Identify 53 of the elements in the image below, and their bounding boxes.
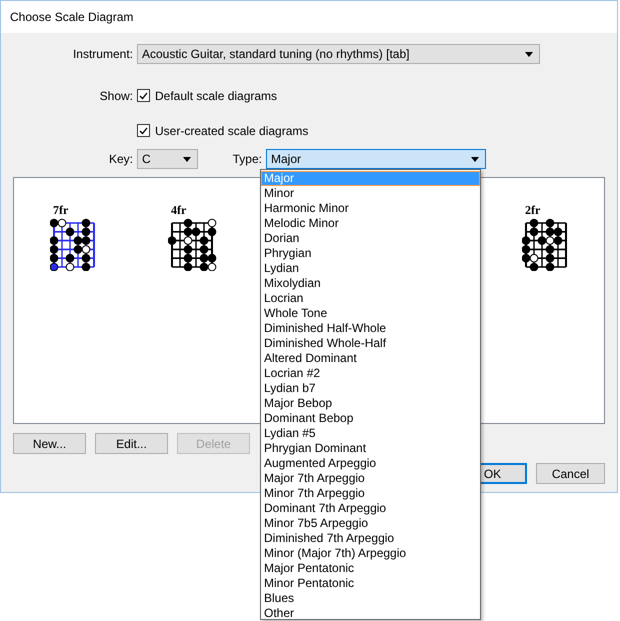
- checkbox-label: User-created scale diagrams: [155, 124, 308, 138]
- checkmark-icon: [139, 92, 148, 100]
- dropdown-option[interactable]: Major 7th Arpeggio: [261, 471, 480, 486]
- dropdown-option[interactable]: Diminished 7th Arpeggio: [261, 531, 480, 546]
- dropdown-option[interactable]: Harmonic Minor: [261, 201, 480, 216]
- window-title: Choose Scale Diagram: [10, 10, 134, 24]
- dropdown-option[interactable]: Augmented Arpeggio: [261, 456, 480, 471]
- dropdown-option[interactable]: Dorian: [261, 231, 480, 246]
- fret-label: 2fr: [525, 204, 540, 217]
- dropdown-option[interactable]: Diminished Half-Whole: [261, 321, 480, 336]
- caret-icon: [471, 156, 479, 162]
- instrument-dropdown[interactable]: Acoustic Guitar, standard tuning (no rhythms) [tab]: [137, 44, 540, 64]
- dropdown-option[interactable]: Minor 7b5 Arpeggio: [261, 516, 480, 531]
- dropdown-option[interactable]: Dominant Bebop: [261, 411, 480, 426]
- field-label: Show:: [98, 88, 134, 102]
- scale-grid-drawing[interactable]: [168, 217, 218, 271]
- dropdown-option[interactable]: Altered Dominant: [261, 351, 480, 366]
- action-button[interactable]: Edit...: [95, 433, 168, 454]
- dropdown-option[interactable]: Phrygian: [261, 246, 480, 261]
- field-label: Instrument:: [72, 47, 134, 61]
- key-dropdown[interactable]: C: [137, 149, 198, 169]
- dropdown-option[interactable]: Lydian b7: [261, 381, 480, 396]
- dropdown-option[interactable]: Phrygian Dominant: [261, 441, 480, 456]
- checkbox[interactable]: [137, 89, 150, 102]
- field-label: Key:: [108, 152, 134, 166]
- dropdown-option[interactable]: Locrian #2: [261, 366, 480, 381]
- dropdown-option[interactable]: Whole Tone: [261, 306, 480, 321]
- action-button[interactable]: New...: [13, 433, 86, 454]
- dropdown-option[interactable]: Lydian: [261, 261, 480, 276]
- dropdown-option[interactable]: Diminished Whole-Half: [261, 336, 480, 351]
- dropdown-option[interactable]: Minor: [261, 186, 480, 201]
- checkmark-icon: [139, 126, 148, 134]
- dropdown-option[interactable]: Major Bebop: [261, 396, 480, 411]
- dropdown-option[interactable]: Blues: [261, 591, 480, 606]
- field-label: Type:: [232, 152, 263, 166]
- dropdown-option[interactable]: Lydian #5: [261, 426, 480, 441]
- checkbox[interactable]: [137, 124, 150, 137]
- dropdown-option[interactable]: Dominant 7th Arpeggio: [261, 501, 480, 516]
- dropdown-option[interactable]: Locrian: [261, 291, 480, 306]
- cancel-button[interactable]: Cancel: [536, 463, 605, 484]
- caret-icon: [183, 156, 191, 162]
- dropdown-option[interactable]: Minor Pentatonic: [261, 576, 480, 591]
- dropdown-option[interactable]: Major Pentatonic: [261, 561, 480, 576]
- type-dropdown[interactable]: Major: [266, 149, 486, 169]
- dropdown-option[interactable]: Other: [261, 606, 480, 619]
- dropdown-option[interactable]: Mixolydian: [261, 276, 480, 291]
- caret-icon: [525, 52, 533, 56]
- fret-label: 7fr: [53, 204, 68, 217]
- dropdown-option[interactable]: Minor 7th Arpeggio: [261, 486, 480, 501]
- dropdown-option[interactable]: Melodic Minor: [261, 216, 480, 231]
- fret-label: 4fr: [171, 204, 186, 217]
- checkbox-label: Default scale diagrams: [155, 88, 278, 102]
- dropdown-option[interactable]: Minor (Major 7th) Arpeggio: [261, 546, 480, 561]
